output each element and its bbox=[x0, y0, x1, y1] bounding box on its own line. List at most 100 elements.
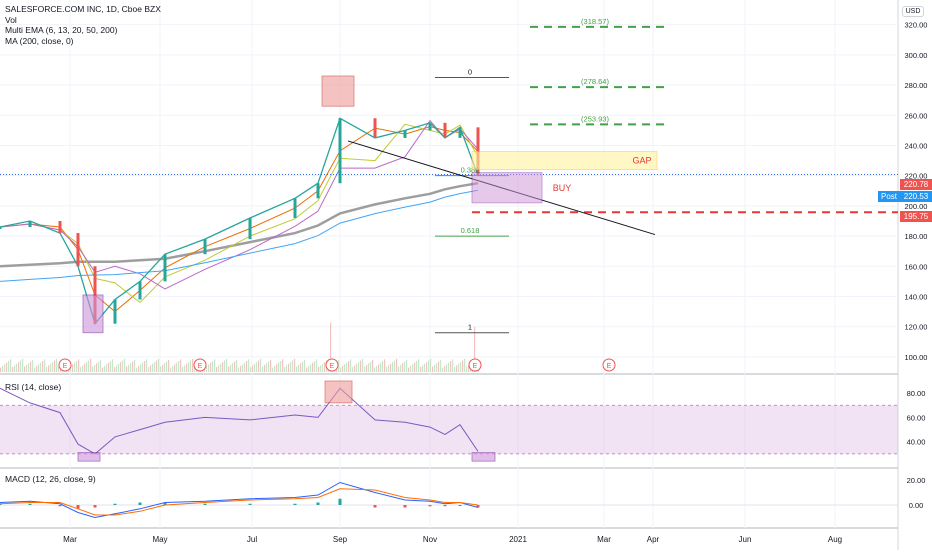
x-tick-label: Apr bbox=[647, 535, 660, 544]
volume-bar bbox=[318, 367, 320, 372]
volume-bar bbox=[50, 363, 52, 372]
volume-bar bbox=[400, 364, 402, 372]
volume-bar bbox=[76, 361, 78, 372]
volume-bar bbox=[380, 362, 382, 372]
volume-bar bbox=[344, 364, 346, 372]
volume-bar bbox=[458, 363, 460, 372]
volume-bar bbox=[156, 360, 158, 372]
volume-bar bbox=[42, 361, 44, 372]
macd-histogram-bar bbox=[458, 505, 462, 506]
volume-bar bbox=[180, 359, 182, 372]
earnings-label: E bbox=[607, 363, 612, 370]
volume-bar bbox=[280, 361, 282, 372]
chart-root[interactable]: Mar May Jul Sep Nov 2021 Mar Apr Jun Aug 100.00 120… bbox=[0, 0, 932, 550]
volume-bar bbox=[48, 365, 50, 372]
currency-label[interactable]: USD bbox=[902, 6, 924, 17]
y-tick-label: 260.00 bbox=[905, 111, 928, 120]
volume-bar bbox=[460, 362, 462, 372]
rsi-title[interactable]: RSI (14, close) bbox=[5, 382, 61, 392]
x-tick-label: Nov bbox=[423, 535, 437, 544]
volume-bar bbox=[176, 362, 178, 372]
volume-bar bbox=[88, 360, 90, 372]
price-candle bbox=[163, 254, 167, 282]
buy-label: BUY bbox=[553, 183, 572, 193]
volume-bar bbox=[302, 361, 304, 372]
volume-bar bbox=[266, 363, 268, 372]
volume-bar bbox=[226, 358, 228, 372]
symbol-title[interactable]: SALESFORCE.COM INC, 1D, Cboe BZX bbox=[5, 4, 161, 15]
volume-bar bbox=[98, 361, 100, 372]
volume-bar bbox=[362, 358, 364, 372]
volume-bar bbox=[124, 358, 126, 372]
volume-bar bbox=[308, 365, 310, 372]
volume-bar bbox=[388, 365, 390, 372]
volume-bar bbox=[422, 365, 424, 372]
volume-bar bbox=[262, 366, 264, 372]
volume-bar bbox=[104, 365, 106, 372]
volume-bar bbox=[340, 367, 342, 372]
volume-bar bbox=[454, 367, 456, 372]
y-tick-label: 100.00 bbox=[905, 353, 928, 362]
indicator-vol[interactable]: Vol bbox=[5, 15, 161, 26]
volume-bar bbox=[236, 359, 238, 372]
volume-bar bbox=[214, 359, 216, 372]
volume-bar bbox=[172, 365, 174, 372]
volume-bar bbox=[294, 358, 296, 372]
x-tick-label: Aug bbox=[828, 535, 842, 544]
volume-bar bbox=[164, 363, 166, 372]
volume-bar bbox=[276, 364, 278, 372]
volume-bar bbox=[140, 364, 142, 372]
volume-bar bbox=[392, 362, 394, 372]
indicator-ma[interactable]: MA (200, close, 0) bbox=[5, 36, 161, 47]
volume-bar bbox=[132, 361, 134, 372]
earnings-label: E bbox=[330, 363, 335, 370]
chart-svg[interactable]: Mar May Jul Sep Nov 2021 Mar Apr Jun Aug100.00120… bbox=[0, 0, 932, 550]
macd-histogram-bar bbox=[316, 502, 320, 505]
volume-bar bbox=[378, 364, 380, 372]
rsi-bottom-box bbox=[77, 452, 101, 462]
rsi-band bbox=[0, 405, 898, 454]
price-candle bbox=[316, 183, 320, 199]
volume-bar bbox=[446, 364, 448, 372]
volume-bar bbox=[314, 361, 316, 372]
fib-label-1: 1 bbox=[468, 323, 472, 332]
volume-bar bbox=[406, 359, 408, 372]
volume-bar bbox=[304, 359, 306, 372]
volume-bar bbox=[218, 365, 220, 372]
volume-bar bbox=[436, 363, 438, 372]
rsi-tick-label: 40.00 bbox=[907, 438, 926, 447]
volume-bar bbox=[2, 365, 4, 372]
volume-bar bbox=[52, 362, 54, 372]
volume-bar bbox=[434, 364, 436, 372]
indicator-multi-ema[interactable]: Multi EMA (6, 13, 20, 50, 200) bbox=[5, 25, 161, 36]
volume-bar bbox=[162, 364, 164, 372]
volume-bar bbox=[4, 364, 6, 372]
macd-histogram-bar bbox=[428, 505, 432, 507]
volume-bar bbox=[284, 367, 286, 372]
x-tick-label: Mar bbox=[597, 535, 611, 544]
volume-bar bbox=[360, 360, 362, 372]
y-tick-label: 140.00 bbox=[905, 292, 928, 301]
volume-bar bbox=[144, 361, 146, 372]
volume-bar bbox=[412, 364, 414, 372]
volume-bar bbox=[440, 359, 442, 372]
volume-bar bbox=[248, 359, 250, 372]
price-candle bbox=[428, 122, 432, 131]
volume-bar bbox=[428, 360, 430, 372]
volume-bar bbox=[310, 364, 312, 372]
top-highlight-box bbox=[321, 75, 355, 107]
volume-bar bbox=[424, 363, 426, 372]
volume-bar bbox=[350, 359, 352, 372]
volume-bar bbox=[188, 362, 190, 372]
volume-bar bbox=[34, 367, 36, 372]
volume-bar bbox=[450, 361, 452, 372]
price-candle bbox=[138, 281, 142, 300]
rsi-tick-label: 80.00 bbox=[907, 389, 926, 398]
volume-bar bbox=[38, 364, 40, 372]
macd-title[interactable]: MACD (12, 26, close, 9) bbox=[5, 474, 96, 484]
volume-bar bbox=[170, 367, 172, 372]
price-candle bbox=[373, 118, 377, 138]
volume-bar bbox=[300, 363, 302, 372]
macd-histogram-bar bbox=[338, 498, 342, 505]
volume-bar bbox=[152, 363, 154, 372]
